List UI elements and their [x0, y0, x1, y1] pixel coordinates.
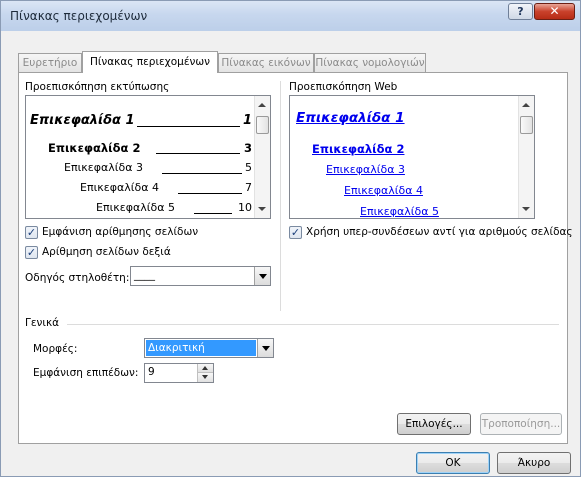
print-preview-line: Επικεφαλίδα 5 10	[96, 201, 252, 216]
general-group-title: Γενικά	[25, 317, 60, 329]
leader-line	[162, 173, 242, 174]
tab-leader-label: Οδηγός στηλοθέτη:	[25, 272, 130, 284]
scroll-down-icon[interactable]	[522, 207, 530, 211]
stepper-up-icon[interactable]	[198, 364, 213, 373]
help-button[interactable]: ?	[508, 3, 533, 20]
scroll-thumb[interactable]	[256, 116, 269, 134]
web-preview-scrollbar[interactable]	[518, 96, 534, 218]
ok-button[interactable]: OK	[416, 452, 490, 474]
tab-table-of-authorities[interactable]: Πίνακας νομολογιών	[314, 53, 426, 72]
print-preview-line: Επικεφαλίδα 1 1	[30, 113, 252, 129]
chevron-down-icon[interactable]	[254, 267, 270, 285]
web-preview-link[interactable]: Επικεφαλίδα 5	[360, 205, 439, 218]
print-preview-page: 7	[245, 181, 252, 194]
tab-panel: Προεπισκόπηση εκτύπωσης Επικεφαλίδα 1 1 …	[18, 72, 573, 444]
formats-select[interactable]: Διακριτική	[144, 338, 274, 358]
scroll-up-icon[interactable]	[258, 103, 266, 107]
show-levels-stepper[interactable]: 9	[144, 363, 214, 383]
general-group-line	[67, 324, 559, 325]
tab-table-of-contents[interactable]: Πίνακας περιεχομένων	[82, 51, 218, 73]
cancel-button[interactable]: Άκυρο	[497, 452, 571, 474]
print-preview-box[interactable]: Επικεφαλίδα 1 1 Επικεφαλίδα 2 3 Επικεφαλ…	[25, 95, 271, 219]
dialog-title: Πίνακας περιεχομένων	[10, 9, 148, 23]
show-page-numbers-label: Εμφάνιση αρίθμησης σελίδων	[42, 226, 199, 238]
scroll-up-icon[interactable]	[522, 103, 530, 107]
tab-table-of-figures[interactable]: Πίνακας εικόνων	[218, 53, 314, 72]
print-preview-page: 10	[238, 201, 252, 214]
formats-value: Διακριτική	[146, 340, 256, 356]
right-align-label: Αρίθμηση σελίδων δεξιά	[42, 246, 171, 258]
print-preview-line: Επικεφαλίδα 3 5	[64, 161, 252, 176]
print-preview-heading: Επικεφαλίδα 5	[96, 201, 175, 214]
tab-index[interactable]: Ευρετήριο	[18, 53, 82, 72]
print-preview-scrollbar[interactable]	[254, 96, 270, 218]
print-preview-page: 3	[243, 141, 252, 155]
chevron-down-icon[interactable]	[257, 339, 273, 357]
leader-line	[156, 153, 240, 154]
close-icon: ✕	[549, 4, 560, 18]
print-preview-page: 5	[245, 161, 252, 174]
web-preview-link[interactable]: Επικεφαλίδα 1	[296, 110, 405, 126]
print-preview-line: Επικεφαλίδα 4 7	[80, 181, 252, 196]
print-preview-heading: Επικεφαλίδα 2	[48, 141, 141, 155]
print-preview-heading: Επικεφαλίδα 3	[64, 161, 143, 174]
web-preview-link[interactable]: Επικεφαλίδα 3	[326, 163, 405, 176]
scroll-down-icon[interactable]	[258, 207, 266, 211]
web-preview-link[interactable]: Επικεφαλίδα 4	[344, 184, 423, 197]
print-preview-page: 1	[242, 113, 252, 128]
column-divider	[280, 81, 281, 311]
leader-line	[194, 213, 232, 214]
print-preview-line: Επικεφαλίδα 2 3	[48, 141, 252, 156]
stepper-down-icon[interactable]	[198, 373, 213, 382]
show-levels-value: 9	[148, 366, 155, 378]
print-preview-heading: Επικεφαλίδα 1	[30, 113, 135, 128]
formats-label: Μορφές:	[33, 343, 78, 355]
web-preview-link[interactable]: Επικεφαλίδα 2	[312, 142, 404, 156]
options-button[interactable]: Επιλογές...	[397, 413, 471, 435]
leader-line	[137, 126, 240, 127]
web-preview-label: Προεπισκόπηση Web	[289, 81, 398, 93]
title-bar: Πίνακας περιεχομένων ? ✕	[1, 1, 580, 31]
use-hyperlinks-label: Χρήση υπερ-συνδέσεων αντί για αριθμούς σ…	[306, 226, 573, 238]
print-preview-heading: Επικεφαλίδα 4	[80, 181, 159, 194]
toc-dialog: Πίνακας περιεχομένων ? ✕ Ευρετήριο Πίνακ…	[0, 0, 581, 477]
web-preview-box[interactable]: Επικεφαλίδα 1 Επικεφαλίδα 2 Επικεφαλίδα …	[289, 95, 535, 219]
scroll-thumb[interactable]	[520, 116, 533, 134]
show-levels-label: Εμφάνιση επιπέδων:	[33, 367, 139, 379]
tab-leader-select[interactable]: ____	[130, 266, 271, 286]
modify-button[interactable]: Τροποποίηση...	[480, 413, 562, 435]
right-align-checkbox[interactable]: ✓	[25, 246, 38, 259]
leader-line	[178, 193, 242, 194]
tab-leader-value: ____	[134, 269, 155, 281]
close-button[interactable]: ✕	[534, 3, 575, 20]
help-icon: ?	[517, 5, 524, 18]
stepper-buttons	[197, 364, 213, 382]
use-hyperlinks-checkbox[interactable]: ✓	[289, 226, 302, 239]
show-page-numbers-checkbox[interactable]: ✓	[25, 226, 38, 239]
print-preview-label: Προεπισκόπηση εκτύπωσης	[25, 81, 170, 93]
